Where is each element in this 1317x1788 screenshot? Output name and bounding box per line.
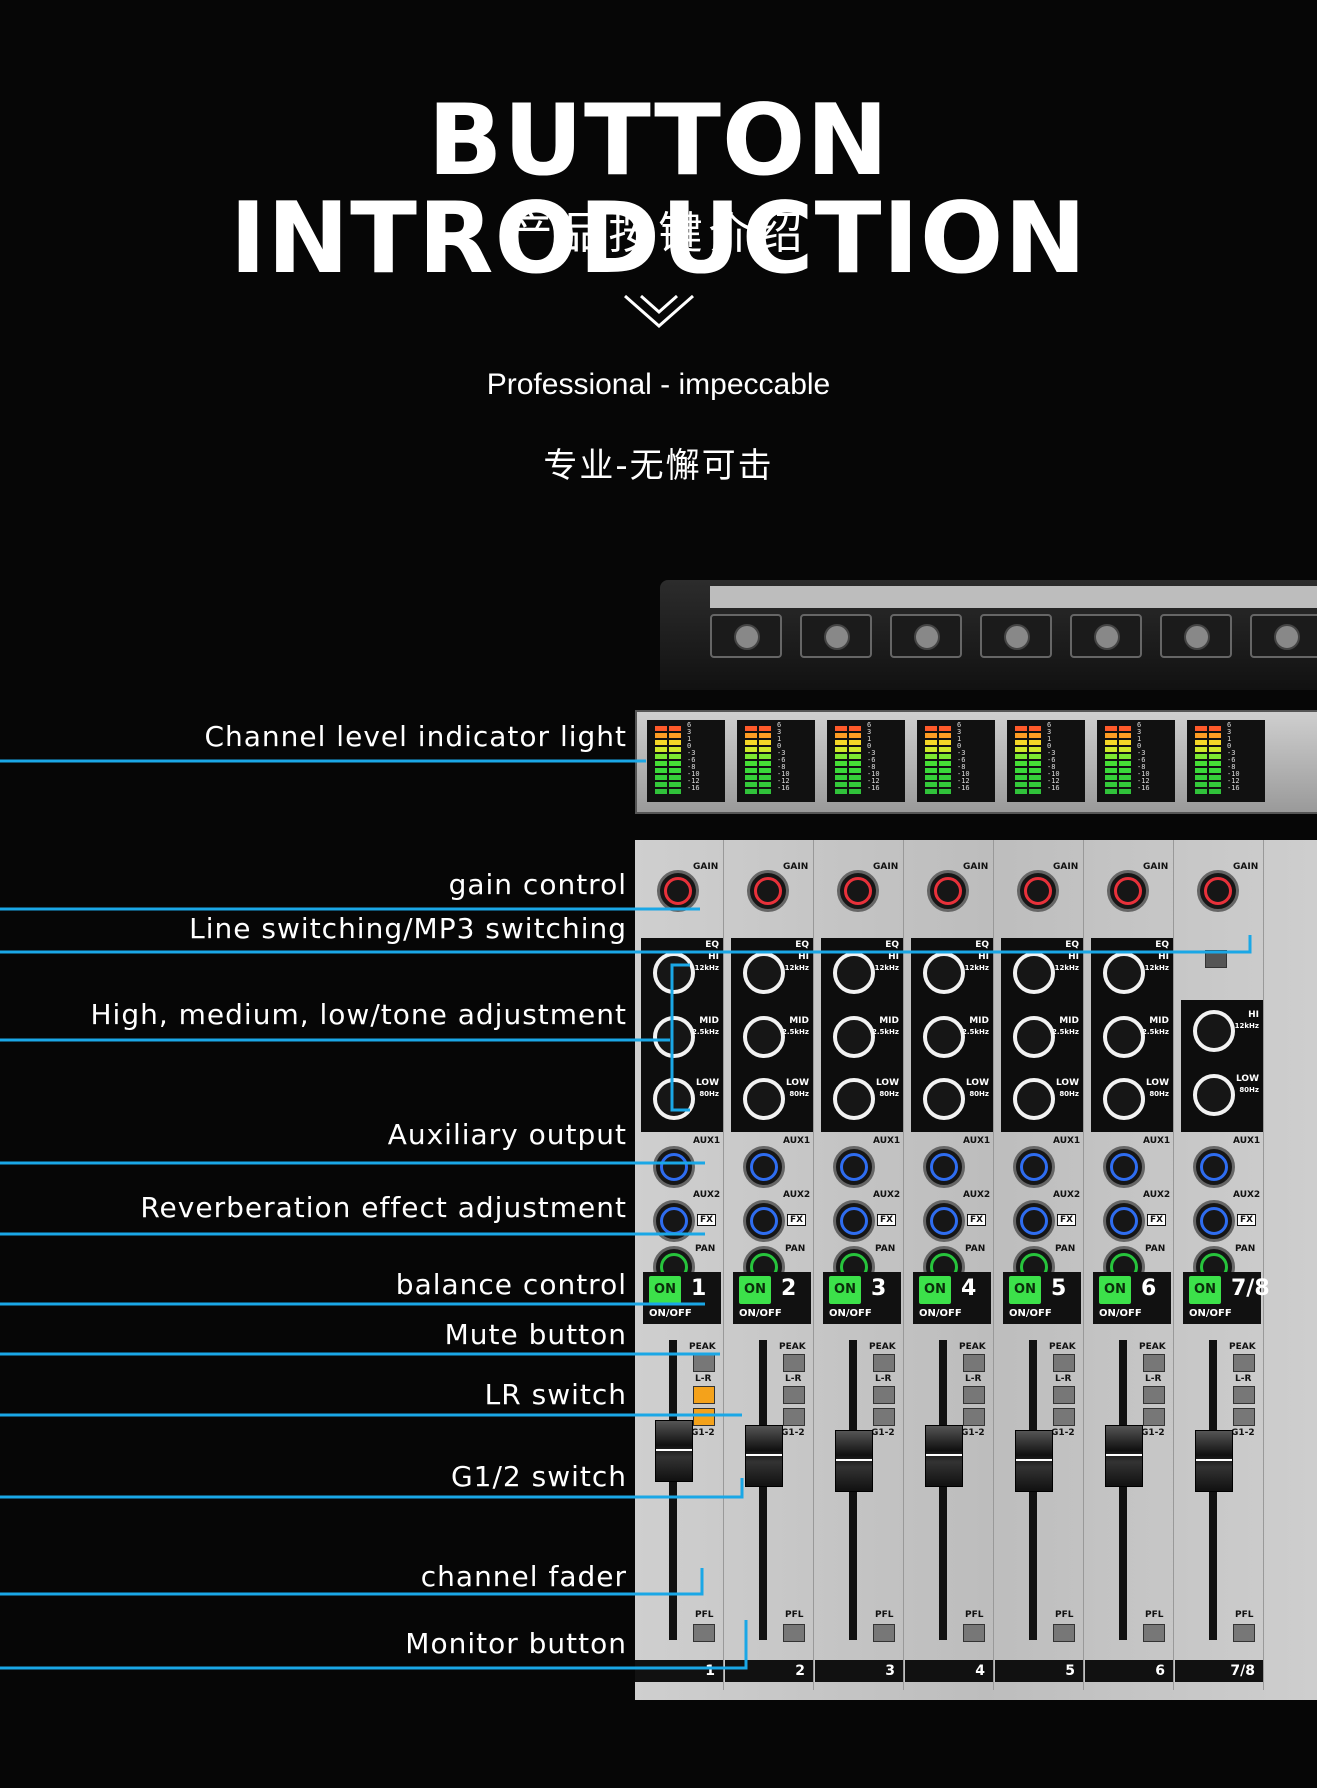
callout-g12: G1/2 switch: [450, 1460, 627, 1493]
callout-line-monitor: [0, 1620, 748, 1670]
callout-lines: [0, 759, 1252, 1670]
callout-pan: balance control: [395, 1268, 627, 1301]
callout-fx: Reverberation effect adjustment: [140, 1191, 627, 1224]
callout-monitor: Monitor button: [405, 1627, 627, 1660]
callout-lr: LR switch: [484, 1378, 627, 1411]
callout-level: Channel level indicator light: [204, 720, 627, 753]
callout-mute: Mute button: [444, 1318, 627, 1351]
page: BUTTON INTRODUCTION 产品按键介绍 Professional …: [0, 0, 1317, 1788]
callout-aux: Auxiliary output: [387, 1118, 627, 1151]
callout-gain: gain control: [448, 868, 627, 901]
callout-line-g12: [0, 1478, 744, 1499]
callout-fader: channel fader: [420, 1560, 627, 1593]
callout-line-eq-bracket: [670, 963, 690, 1112]
callout-eq: High, medium, low/tone adjustment: [90, 998, 627, 1031]
callout-line-switch: Line switching/MP3 switching: [189, 912, 627, 945]
